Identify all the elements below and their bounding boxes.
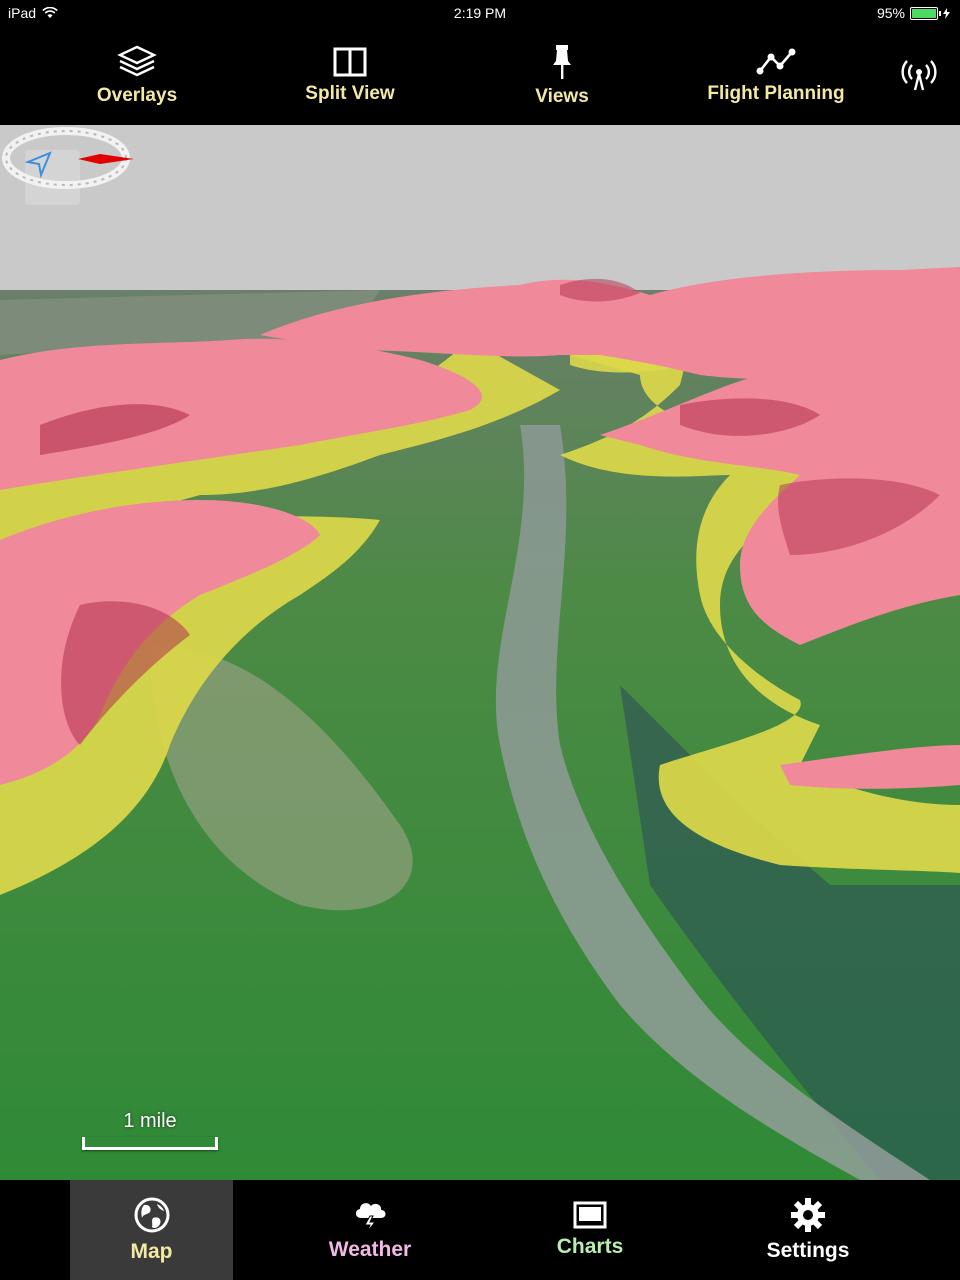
terrain-3d-view[interactable] <box>0 125 960 1180</box>
flight-planning-label: Flight Planning <box>707 82 845 104</box>
tab-charts-label: Charts <box>556 1235 624 1258</box>
gear-icon <box>791 1198 825 1232</box>
charging-icon <box>943 7 950 19</box>
battery-icon <box>910 6 941 20</box>
tab-settings[interactable]: Settings <box>728 1180 888 1280</box>
split-view-label: Split View <box>305 82 395 104</box>
status-time: 2:19 PM <box>453 5 507 21</box>
flight-planning-button[interactable]: Flight Planning <box>690 26 862 125</box>
globe-icon <box>134 1197 169 1233</box>
tab-settings-label: Settings <box>766 1239 850 1262</box>
split-view-icon <box>333 47 367 76</box>
scale-bar: 1 mile <box>82 1110 218 1150</box>
tab-weather-label: Weather <box>328 1238 412 1261</box>
status-right: 95% <box>877 5 950 21</box>
terrain-map[interactable]: 1 mile <box>0 125 960 1180</box>
pushpin-icon <box>553 44 571 79</box>
battery-percent: 95% <box>876 5 905 21</box>
top-toolbar: Overlays Split View Views Flight Plannin… <box>0 26 960 125</box>
tab-map[interactable]: Map <box>70 1180 233 1280</box>
status-bar: iPad 2:19 PM 95% <box>0 0 960 26</box>
split-view-button[interactable]: Split View <box>290 26 410 125</box>
chart-sheet-icon <box>573 1201 607 1229</box>
views-button[interactable]: Views <box>502 26 622 125</box>
overlays-label: Overlays <box>96 84 178 106</box>
tab-charts[interactable]: Charts <box>510 1180 670 1280</box>
layers-icon <box>117 45 157 76</box>
route-icon <box>756 48 796 74</box>
bottom-tab-bar: Map Weather Charts Settings <box>0 1180 960 1280</box>
overlays-button[interactable]: Overlays <box>77 26 197 125</box>
scale-bar-line <box>82 1137 218 1150</box>
compass[interactable] <box>0 125 136 191</box>
scale-label: 1 mile <box>123 1110 177 1132</box>
tab-map-label: Map <box>130 1240 173 1263</box>
storm-cloud-icon <box>355 1203 386 1232</box>
tab-weather[interactable]: Weather <box>290 1180 450 1280</box>
views-label: Views <box>535 85 589 107</box>
antenna-icon <box>901 59 937 90</box>
connection-button[interactable] <box>892 26 946 125</box>
